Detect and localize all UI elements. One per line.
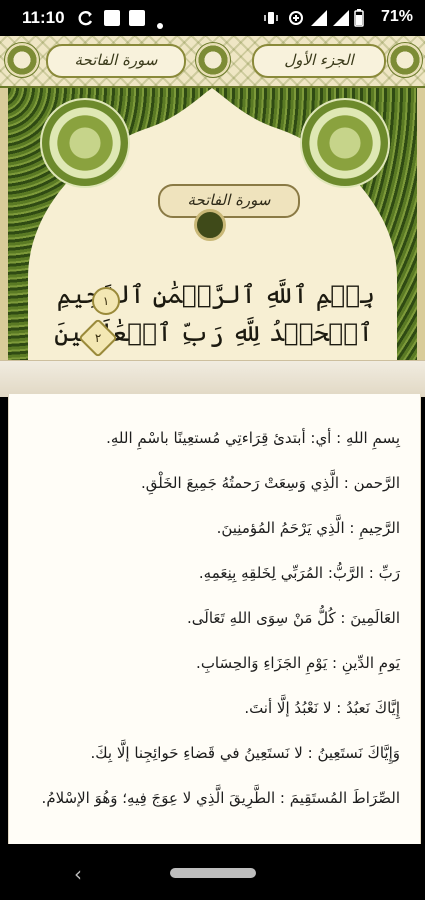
cell-signal-icon (332, 9, 350, 31)
tafsir-sheet-handle[interactable] (0, 360, 425, 397)
header-rosette-right (387, 42, 423, 78)
tafsir-line: وَإِيَّاكَ نَستَعِينُ : لا نَستَعِينُ في… (90, 744, 401, 762)
surah-star-ornament (194, 209, 226, 241)
tafsir-line: رَبِّ : الرَّبُّ: المُرَبِّي لِخَلقِهِ ب… (198, 564, 400, 582)
tafsir-line: الرَّحمن : الَّذِي وَسِعَتْ رَحمتُهُ جَم… (140, 474, 400, 492)
page-edge-left (0, 88, 8, 360)
tafsir-line: إِيَّاكَ نَعبُدُ : لا نَعْبُدُ إلَّا أنت… (244, 699, 400, 717)
header-rosette-center (195, 42, 231, 78)
dot-icon (157, 14, 163, 33)
battery-icon (354, 9, 364, 31)
page-header: سورة الفاتحة الجزء الأول (0, 36, 425, 88)
tafsir-line: الصِّرَاطَ المُستَقِيمَ : الطَّرِيقَ الَ… (41, 789, 400, 807)
tafsir-line: يَومِ الدِّينِ : يَوْمِ الجَزَاءِ وَالحِ… (196, 654, 400, 672)
ornament-medallion-right (300, 98, 390, 188)
vibrate-icon (262, 9, 280, 31)
back-chevron-icon[interactable]: ‹ (74, 862, 82, 886)
header-rosette-left (4, 42, 40, 78)
ayah-number-1[interactable]: ١ (92, 287, 120, 315)
tafsir-line: بِسمِ اللهِ : أي: أبتدئ قِرَاءتِي مُستعِ… (106, 429, 400, 447)
notification-square-icon (103, 9, 121, 31)
sync-icon (78, 9, 94, 31)
tafsir-panel[interactable]: بِسمِ اللهِ : أي: أبتدئ قِرَاءتِي مُستعِ… (8, 394, 421, 844)
mushaf-page[interactable]: سورة الفاتحة بِسۡمِ ٱللَّهِ ٱلرَّحۡمَٰنِ… (0, 88, 425, 360)
tafsir-line: الرَّحِيمِ : الَّذِي يَرْحَمُ المُؤمنِين… (216, 519, 400, 537)
data-saver-icon (287, 9, 305, 31)
surah-label[interactable]: سورة الفاتحة (46, 44, 186, 78)
tafsir-line: العَالَمِينَ : كُلُّ مَنْ سِوَى اللهِ تَ… (187, 609, 400, 627)
battery-percent: 71% (380, 8, 413, 25)
juz-label[interactable]: الجزء الأول (252, 44, 386, 78)
system-nav-bar: ‹ (0, 846, 425, 900)
status-bar: 11:10 71% (0, 0, 425, 36)
wifi-signal-icon (310, 9, 328, 31)
status-time: 11:10 (22, 8, 65, 27)
ornament-medallion-left (40, 98, 130, 188)
page-edge-right (417, 88, 425, 360)
surah-title-frame: سورة الفاتحة (158, 184, 300, 218)
notification-square-icon-2 (128, 9, 146, 31)
home-pill[interactable] (170, 868, 256, 878)
